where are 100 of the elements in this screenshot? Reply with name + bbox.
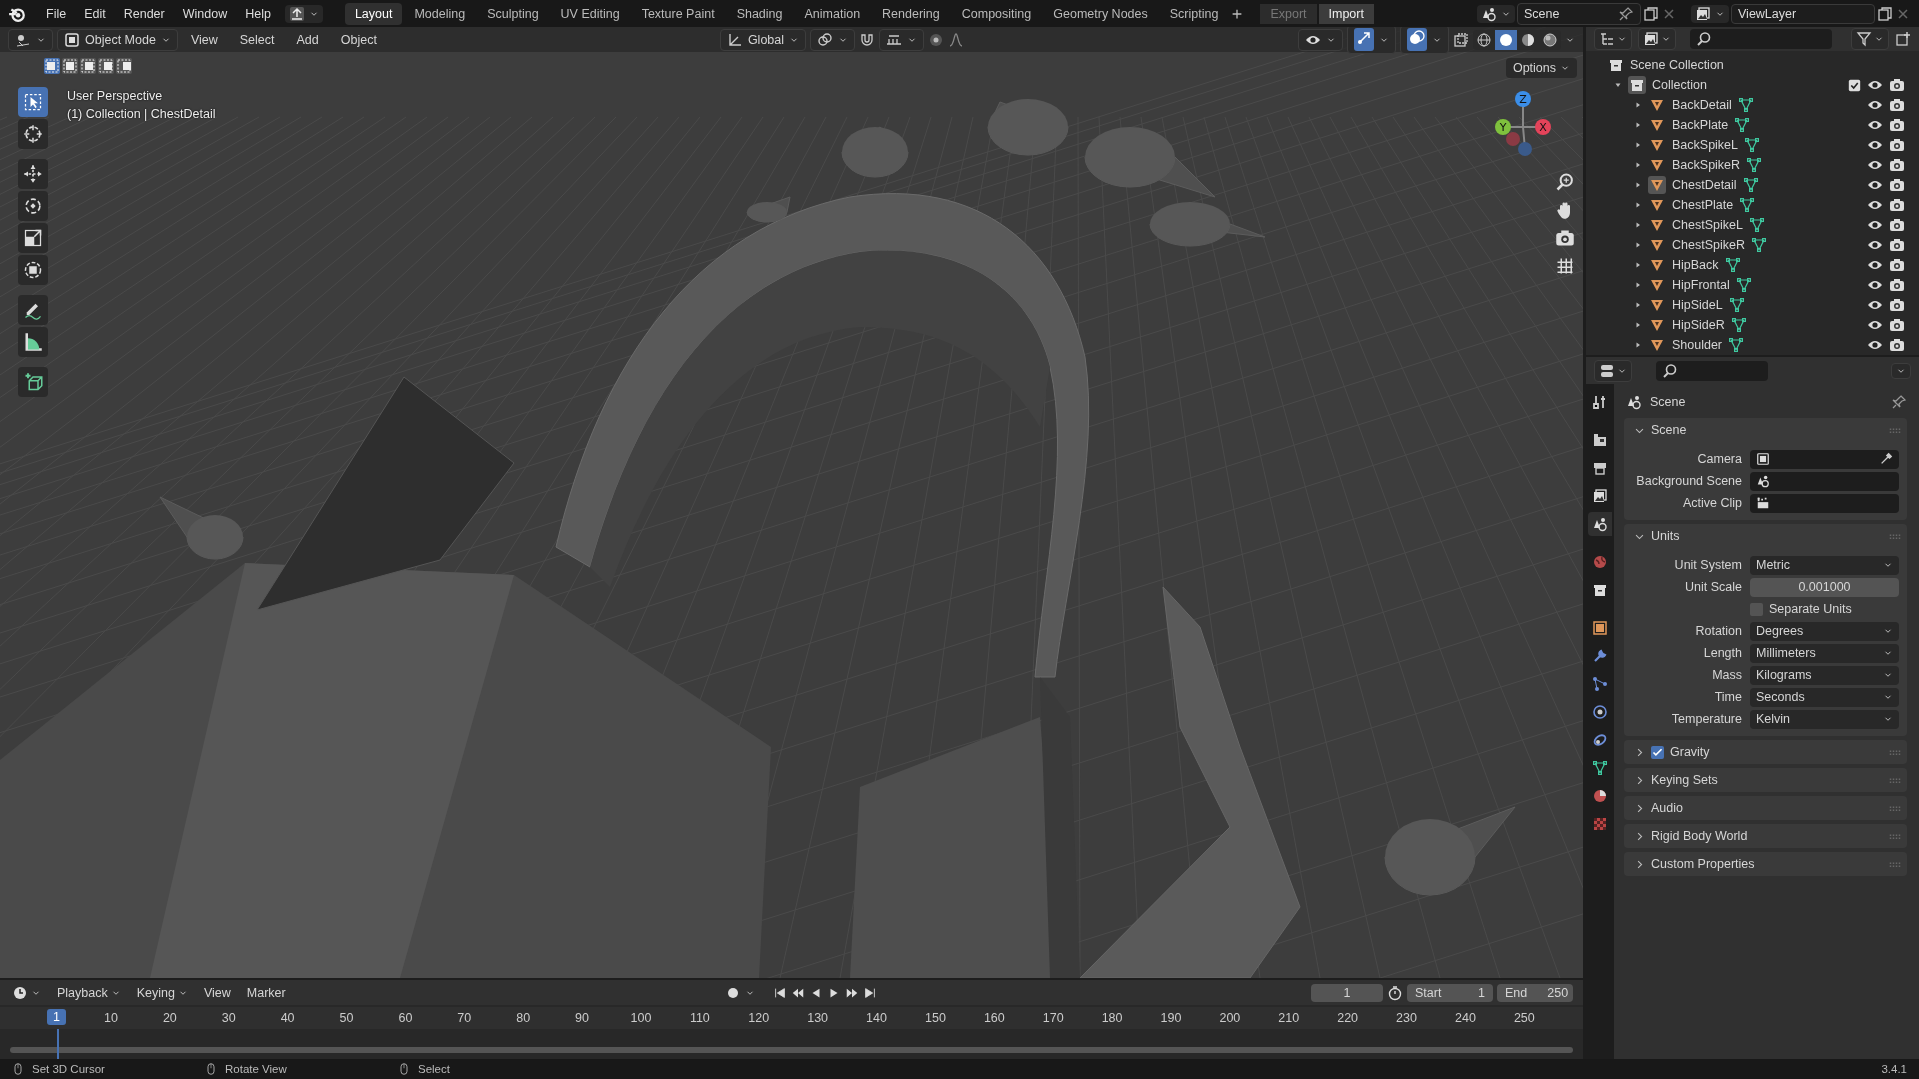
data-field[interactable] <box>1750 493 1899 513</box>
eyedropper-icon[interactable] <box>1879 452 1893 466</box>
panel-title[interactable]: Gravity <box>1670 745 1883 759</box>
end-frame-field[interactable]: End 250 <box>1497 983 1573 1002</box>
selection-mode-icon[interactable] <box>116 58 132 74</box>
dropdown[interactable]: Metric <box>1750 555 1899 575</box>
mesh-data-icon[interactable] <box>1737 97 1754 113</box>
menu-item[interactable]: Help <box>237 3 279 24</box>
camera-icon[interactable] <box>1889 277 1905 293</box>
mesh-data-icon[interactable] <box>1734 117 1751 133</box>
tool-button[interactable] <box>18 255 48 285</box>
workspace-tab[interactable]: Geometry Nodes <box>1043 2 1158 25</box>
scene-icon[interactable] <box>1481 5 1497 22</box>
workspace-tab[interactable]: Modeling <box>404 2 476 25</box>
tool-button[interactable] <box>18 327 48 357</box>
filter-icon[interactable] <box>1856 31 1872 47</box>
menu-item[interactable]: View <box>197 983 237 1002</box>
menu-item[interactable]: Add <box>287 29 328 50</box>
mesh-data-icon[interactable] <box>1742 177 1759 193</box>
tool-button[interactable] <box>18 87 48 117</box>
grid-icon[interactable] <box>1555 256 1575 276</box>
tree-item[interactable]: HipBack <box>1672 258 1719 272</box>
disclosure-triangle-icon[interactable] <box>1634 221 1642 229</box>
menu-item[interactable]: Marker <box>240 983 292 1002</box>
workspace-tab[interactable]: Texture Paint <box>631 2 725 25</box>
camera-icon[interactable] <box>1555 228 1575 248</box>
mode-dropdown[interactable]: Object Mode <box>57 28 178 51</box>
falloff-curve-icon[interactable] <box>948 31 964 48</box>
disclosure-triangle-icon[interactable] <box>1634 321 1642 329</box>
menu-item[interactable]: View <box>181 29 227 50</box>
workspace-tab[interactable]: Layout <box>344 2 403 25</box>
disclosure-triangle-icon[interactable] <box>1634 181 1642 189</box>
pin-icon[interactable] <box>1891 394 1907 410</box>
mesh-data-icon[interactable] <box>1728 297 1745 313</box>
camera-icon[interactable] <box>1889 257 1905 273</box>
tool-button[interactable] <box>18 367 48 397</box>
tool-button[interactable] <box>18 191 48 221</box>
camera-icon[interactable] <box>1889 237 1905 253</box>
menu-item[interactable]: Playback <box>51 983 127 1002</box>
panel-title[interactable]: Units <box>1651 529 1883 543</box>
tool-button[interactable] <box>18 223 48 253</box>
tree-item[interactable]: Shoulder <box>1672 338 1723 352</box>
tree-item[interactable]: Collection <box>1652 78 1707 92</box>
disclosure-triangle-icon[interactable] <box>1634 161 1642 169</box>
menu-item[interactable]: Keying <box>130 983 194 1002</box>
menu-item[interactable]: Window <box>174 3 236 24</box>
tree-item[interactable]: HipFrontal <box>1672 278 1730 292</box>
panel-title[interactable]: Rigid Body World <box>1651 829 1883 843</box>
gizmo-icon[interactable] <box>1356 30 1372 46</box>
disclosure-triangle-icon[interactable] <box>1634 341 1642 349</box>
selection-mode-icon[interactable] <box>44 58 60 74</box>
stopwatch-icon[interactable] <box>1387 984 1403 1001</box>
upload-icon[interactable] <box>288 5 305 22</box>
camera-icon[interactable] <box>1889 317 1905 333</box>
new-collection-icon[interactable] <box>1895 31 1911 47</box>
workspace-tab[interactable]: UV Editing <box>550 2 630 25</box>
overlays-icon[interactable] <box>1409 30 1425 46</box>
view-layer-field[interactable]: ViewLayer <box>1731 3 1875 24</box>
tree-item[interactable]: BackPlate <box>1672 118 1729 132</box>
tree-item[interactable]: BackSpikeR <box>1672 158 1741 172</box>
jump-end-icon[interactable] <box>863 985 878 1000</box>
dropdown[interactable]: Degrees <box>1750 621 1899 641</box>
dropdown[interactable]: Kelvin <box>1750 709 1899 729</box>
tool-button[interactable] <box>18 119 48 149</box>
menu-item[interactable]: Edit <box>76 3 114 24</box>
view-layer-icon[interactable] <box>1695 5 1711 22</box>
tree-item[interactable]: HipSideR <box>1672 318 1725 332</box>
tree-item[interactable]: Scene Collection <box>1630 58 1724 72</box>
menu-item[interactable]: Select <box>230 29 284 50</box>
panel-title[interactable]: Custom Properties <box>1651 857 1883 871</box>
mesh-data-icon[interactable] <box>1735 277 1752 293</box>
playhead-frame[interactable]: 1 <box>47 1009 66 1025</box>
disclosure-triangle-icon[interactable] <box>1634 301 1642 309</box>
mesh-data-icon[interactable] <box>1746 157 1763 173</box>
display-mode-icon[interactable] <box>1599 31 1615 47</box>
orientation-dropdown[interactable]: Global <box>719 28 806 51</box>
camera-icon[interactable] <box>1889 157 1905 173</box>
tree-item[interactable]: ChestPlate <box>1672 198 1734 212</box>
axis-handle[interactable] <box>1518 142 1532 156</box>
data-field[interactable] <box>1750 449 1899 469</box>
menu-item[interactable]: File <box>38 3 75 24</box>
disclosure-triangle-icon[interactable] <box>1634 141 1642 149</box>
camera-icon[interactable] <box>1889 217 1905 233</box>
tree-item[interactable]: ChestSpikeR <box>1672 238 1745 252</box>
tree-item[interactable]: ChestSpikeL <box>1672 218 1743 232</box>
camera-icon[interactable] <box>1889 337 1905 353</box>
camera-icon[interactable] <box>1889 297 1905 313</box>
search-field[interactable] <box>1656 360 1768 381</box>
tree-item[interactable]: BackSpikeL <box>1672 138 1738 152</box>
scene-field[interactable]: Scene <box>1517 2 1641 25</box>
proportional-icon[interactable] <box>928 31 944 48</box>
disclosure-triangle-icon[interactable] <box>1634 261 1642 269</box>
menu-item[interactable]: Render <box>115 3 173 24</box>
panel-title[interactable]: Audio <box>1651 801 1883 815</box>
disclosure-triangle-icon[interactable] <box>1634 281 1642 289</box>
toolbar-button[interactable]: Import <box>1318 3 1374 24</box>
camera-icon[interactable] <box>1889 197 1905 213</box>
disclosure-triangle-icon[interactable] <box>1614 81 1622 89</box>
dropdown[interactable]: Kilograms <box>1750 665 1899 685</box>
checkbox[interactable] <box>1750 602 1763 616</box>
